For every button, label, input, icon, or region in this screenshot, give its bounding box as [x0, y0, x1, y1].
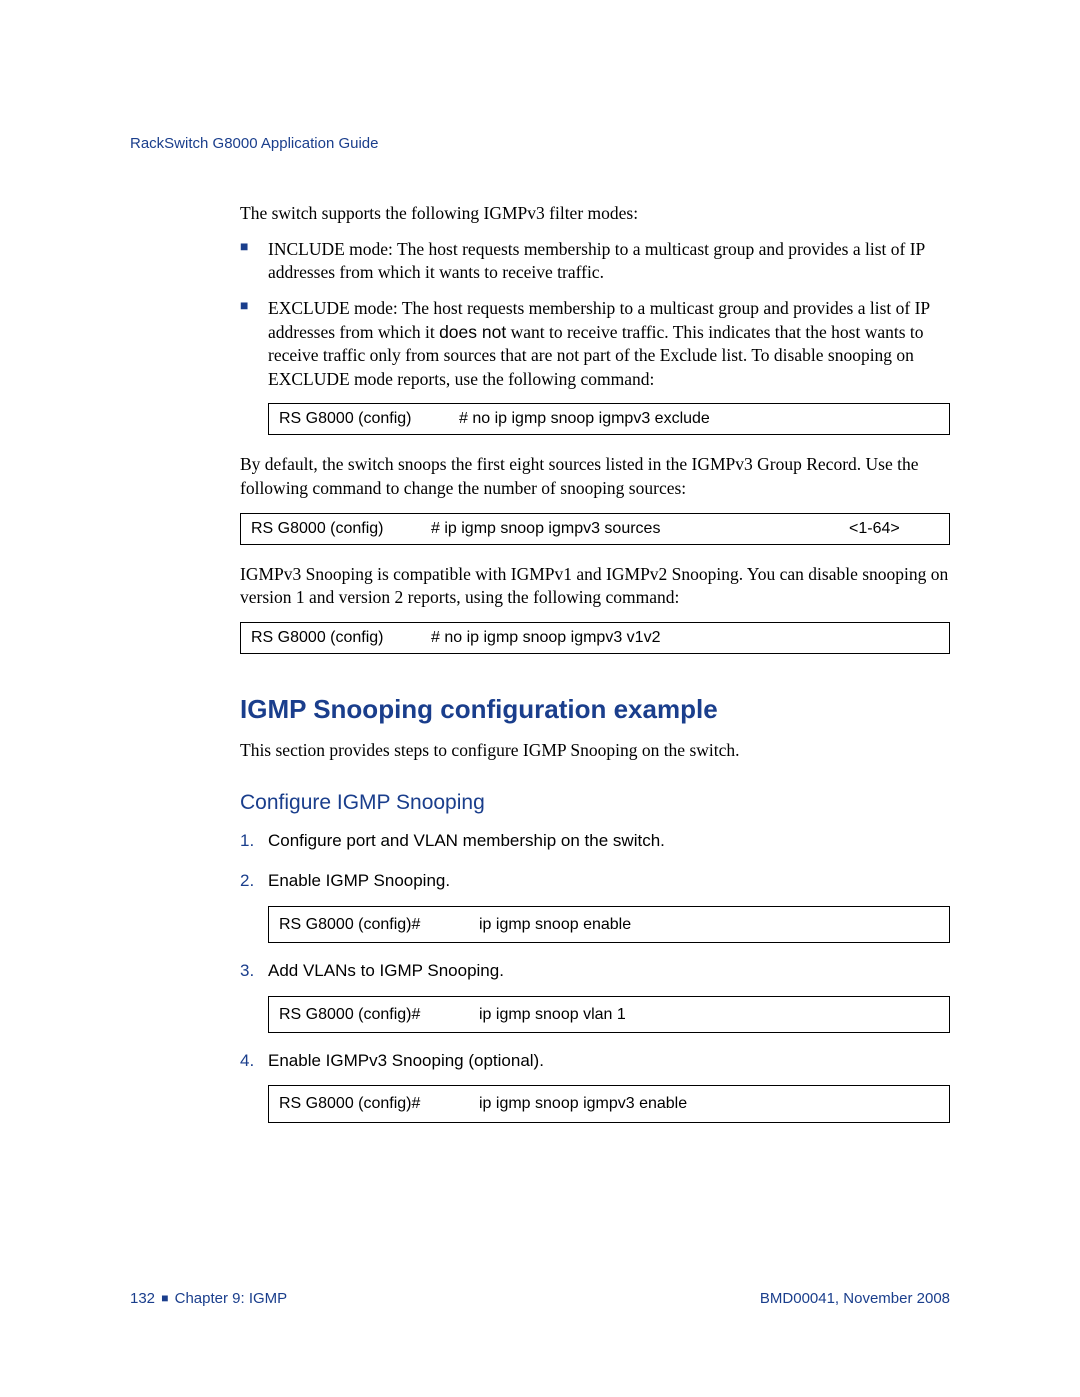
step-label: Enable IGMPv3 Snooping (optional). [268, 1051, 544, 1070]
cmd-arg: <1-64> [849, 520, 939, 538]
body-paragraph: IGMPv3 Snooping is compatible with IGMPv… [240, 563, 950, 610]
command-box: RS G8000 (config) # ip igmp snoop igmpv3… [240, 513, 950, 545]
filter-modes-list: INCLUDE mode: The host requests membersh… [240, 238, 950, 392]
page-footer: 132 ■ Chapter 9: IGMP BMD00041, November… [130, 1290, 950, 1307]
step-label: Enable IGMP Snooping. [268, 871, 450, 890]
step-item: Configure port and VLAN membership on th… [240, 829, 950, 854]
subsection-heading: Configure IGMP Snooping [240, 791, 950, 815]
cmd-prompt: RS G8000 (config) [251, 629, 431, 647]
command-box: RS G8000 (config)# ip igmp snoop igmpv3 … [268, 1085, 950, 1122]
step-label: Add VLANs to IGMP Snooping. [268, 961, 504, 980]
cmd-text: ip igmp snoop vlan 1 [479, 1003, 626, 1026]
command-box: RS G8000 (config)# ip igmp snoop vlan 1 [268, 996, 950, 1033]
main-content: The switch supports the following IGMPv3… [240, 202, 950, 1123]
cmd-prompt: RS G8000 (config) [251, 520, 431, 538]
command-box: RS G8000 (config)# ip igmp snoop enable [268, 906, 950, 943]
cmd-text: # ip igmp snoop igmpv3 sources [431, 520, 849, 538]
cmd-prompt: RS G8000 (config) [279, 410, 459, 428]
intro-paragraph: The switch supports the following IGMPv3… [240, 202, 950, 226]
body-paragraph: By default, the switch snoops the first … [240, 453, 950, 500]
section-intro: This section provides steps to configure… [240, 739, 950, 763]
footer-right: BMD00041, November 2008 [760, 1290, 950, 1307]
list-item: EXCLUDE mode: The host requests membersh… [240, 297, 950, 392]
cmd-prompt: RS G8000 (config)# [279, 1003, 479, 1026]
cmd-text: # no ip igmp snoop igmpv3 v1v2 [431, 629, 939, 647]
step-item: Add VLANs to IGMP Snooping. RS G8000 (co… [240, 959, 950, 1033]
cmd-prompt: RS G8000 (config)# [279, 1092, 479, 1115]
header-title: RackSwitch G8000 Application Guide [130, 135, 378, 152]
list-item: INCLUDE mode: The host requests membersh… [240, 238, 950, 285]
footer-left: 132 ■ Chapter 9: IGMP [130, 1290, 287, 1307]
page-header: RackSwitch G8000 Application Guide [130, 135, 950, 152]
steps-list: Configure port and VLAN membership on th… [240, 829, 950, 1123]
step-item: Enable IGMPv3 Snooping (optional). RS G8… [240, 1049, 950, 1123]
cmd-text: # no ip igmp snoop igmpv3 exclude [459, 410, 939, 428]
square-icon: ■ [161, 1291, 168, 1305]
chapter-label: Chapter 9: IGMP [175, 1290, 288, 1307]
cmd-prompt: RS G8000 (config)# [279, 913, 479, 936]
step-label: Configure port and VLAN membership on th… [268, 831, 665, 850]
step-item: Enable IGMP Snooping. RS G8000 (config)#… [240, 869, 950, 943]
command-box: RS G8000 (config) # no ip igmp snoop igm… [268, 403, 950, 435]
page-number: 132 [130, 1290, 155, 1307]
cmd-text: ip igmp snoop enable [479, 913, 631, 936]
section-heading: IGMP Snooping configuration example [240, 694, 950, 725]
command-box: RS G8000 (config) # no ip igmp snoop igm… [240, 622, 950, 654]
cmd-text: ip igmp snoop igmpv3 enable [479, 1092, 687, 1115]
